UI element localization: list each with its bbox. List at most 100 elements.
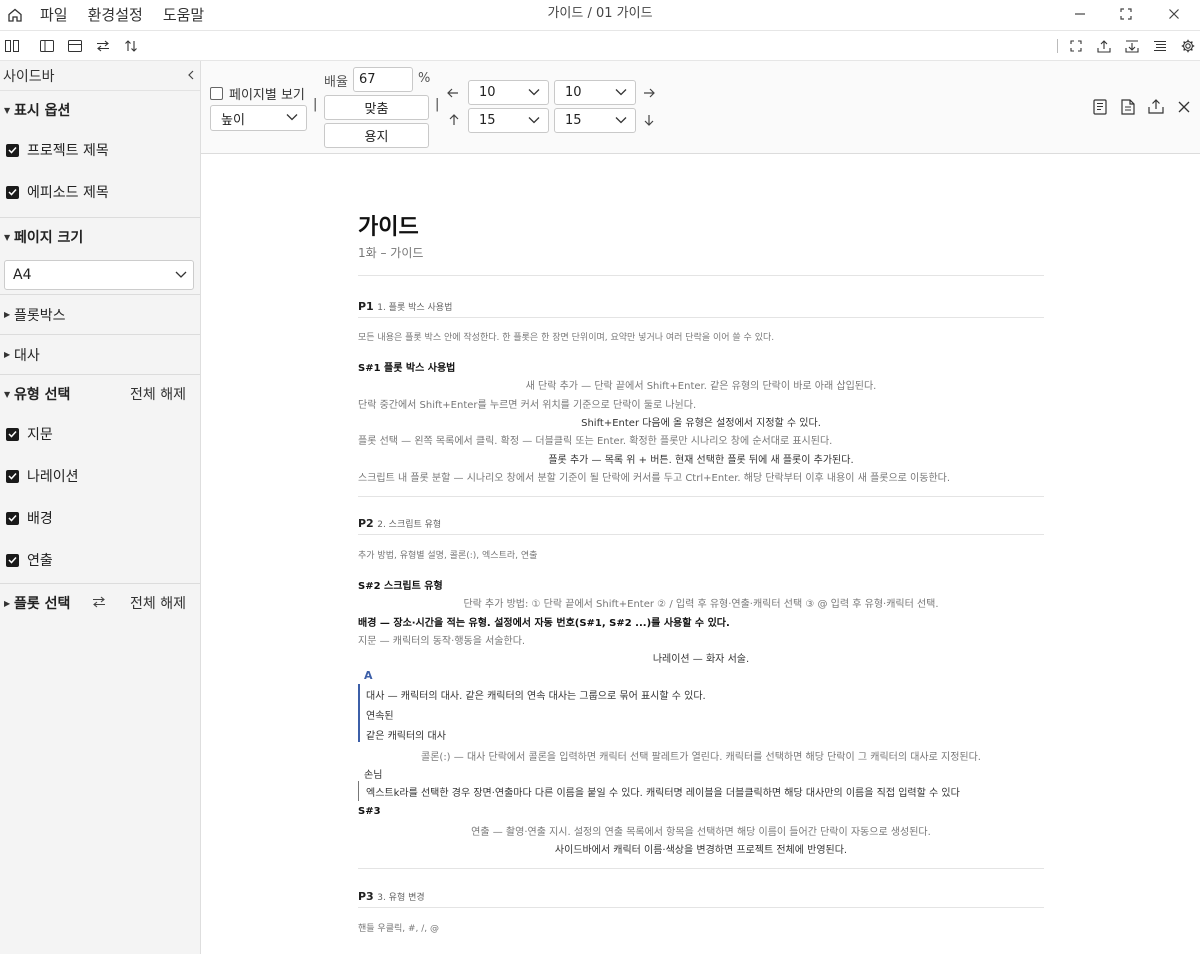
arrow-left-icon — [447, 86, 459, 102]
menu-preferences[interactable]: 환경설정 — [78, 0, 153, 30]
checkbox-label: 지문 — [27, 427, 53, 443]
collapse-sidebar-icon[interactable] — [186, 68, 196, 84]
plot-summary: 추가 방법, 유형별 설명, 콜론(:), 엑스트라, 연출 — [358, 551, 538, 561]
check-type-narration[interactable]: 나레이션 — [0, 455, 200, 497]
check-type-background[interactable]: 배경 — [0, 497, 200, 539]
section-dialogue[interactable]: ▶ 대사 — [0, 335, 200, 374]
plot-heading-p3: P3 3. 유형 변경 — [358, 890, 425, 903]
swap-horizontal-icon[interactable] — [92, 596, 106, 612]
margin-right-select[interactable]: 10 — [554, 80, 636, 105]
margin-top-select[interactable]: 15 — [468, 108, 549, 133]
download-icon[interactable] — [1123, 37, 1141, 55]
page-size-select[interactable]: A4 — [4, 260, 194, 290]
title-bar: 파일 환경설정 도움말 가이드 / 01 가이드 — [0, 0, 1200, 30]
upload-icon[interactable] — [1095, 37, 1113, 55]
checkbox-checked-icon[interactable] — [6, 553, 19, 567]
triangle-right-icon: ▶ — [4, 598, 11, 608]
toolbar-divider — [1057, 39, 1058, 53]
action-line: 지문 — 캐릭터의 동작·행동을 서술한다. — [358, 636, 526, 647]
book-icon[interactable] — [1093, 99, 1107, 119]
direction-line: 단락 추가 방법: ① 단락 끝에서 Shift+Enter ② / 입력 후 … — [463, 599, 939, 610]
section-plot-select[interactable]: ▶ 플롯 선택 전체 해제 — [0, 584, 200, 622]
sidebar: 사이드바 ▼ 표시 옵션 프로젝트 제목 에피소드 제목 ▼ 페이지 크기 A4… — [0, 61, 201, 954]
checkbox-label: 연출 — [27, 553, 53, 569]
plot-title: 2. 스크립트 유형 — [377, 520, 442, 530]
gear-icon[interactable] — [1179, 37, 1197, 55]
close-icon[interactable] — [1178, 101, 1190, 117]
zoom-label: 배율 — [324, 75, 348, 90]
margin-left-select[interactable]: 10 — [468, 80, 549, 105]
margin-right-value: 10 — [565, 85, 582, 100]
dialogue-line: 대사 — 캐릭터의 대사. 같은 캐릭터의 연속 대사는 그룹으로 묶어 표시할… — [366, 691, 706, 702]
checkbox-label: 배경 — [27, 511, 53, 527]
fullscreen-icon[interactable] — [1067, 37, 1085, 55]
close-window-icon[interactable] — [1150, 0, 1198, 28]
home-icon[interactable] — [0, 0, 30, 30]
maximize-icon[interactable] — [1102, 0, 1150, 28]
scene-heading: S#1 플롯 박스 사용법 — [358, 363, 456, 374]
plot-summary: 핸들 우클릭, #, /, @ — [358, 924, 439, 934]
triangle-down-icon: ▼ — [4, 389, 11, 399]
plot-number: P3 — [358, 890, 374, 903]
arrow-right-icon — [643, 86, 655, 102]
menu-file[interactable]: 파일 — [30, 0, 78, 30]
sort-icon[interactable] — [122, 37, 140, 55]
checkbox-checked-icon[interactable] — [6, 185, 19, 199]
margin-bottom-value: 15 — [565, 113, 582, 128]
triangle-down-icon: ▼ — [4, 232, 11, 242]
document-icon[interactable] — [1121, 99, 1135, 119]
chevron-down-icon — [528, 85, 540, 100]
checkbox-checked-icon[interactable] — [6, 427, 19, 441]
plot-title: 3. 유형 변경 — [377, 893, 425, 903]
page-view-toggle[interactable]: 페이지별 보기 — [210, 84, 305, 103]
scene-heading: S#3 — [358, 806, 381, 817]
split-vertical-icon[interactable] — [38, 37, 56, 55]
menu-help[interactable]: 도움말 — [153, 0, 214, 30]
section-label: 플롯박스 — [14, 307, 66, 324]
fit-button[interactable]: 맞춤 — [324, 95, 429, 120]
direction-line: 콜론(:) — 대사 단락에서 콜론을 입력하면 캐릭터 선택 팔레트가 열린다… — [421, 752, 981, 763]
minimize-icon[interactable] — [1056, 0, 1104, 28]
swap-horizontal-icon[interactable] — [94, 37, 112, 55]
divider — [358, 317, 1044, 318]
columns-icon[interactable] — [3, 37, 21, 55]
section-plotbox[interactable]: ▶ 플롯박스 — [0, 295, 200, 334]
zoom-input[interactable]: 67 — [353, 67, 413, 92]
zoom-value: 67 — [359, 72, 376, 87]
section-display-options[interactable]: ▼ 표시 옵션 — [0, 91, 200, 129]
sidebar-title: 사이드바 — [3, 68, 55, 85]
triangle-right-icon: ▶ — [4, 310, 11, 319]
check-type-direction[interactable]: 연출 — [0, 539, 200, 581]
narration-line: Shift+Enter 다음에 올 유형은 설정에서 지정할 수 있다. — [581, 418, 821, 429]
checkbox-label: 나레이션 — [27, 469, 79, 485]
checkbox-checked-icon[interactable] — [6, 469, 19, 483]
print-options-panel: 페이지별 보기 높이 | 배율 67 % 맞춤 용지 | 10 10 15 15 — [201, 61, 1200, 154]
chevron-down-icon — [615, 113, 627, 128]
checkbox-unchecked-icon[interactable] — [210, 87, 223, 100]
section-type-select[interactable]: ▼ 유형 선택 전체 해제 — [0, 375, 200, 413]
check-project-title[interactable]: 프로젝트 제목 — [0, 129, 200, 171]
split-horizontal-icon[interactable] — [66, 37, 84, 55]
height-select[interactable]: 높이 — [210, 105, 307, 131]
paper-button[interactable]: 용지 — [324, 123, 429, 148]
chevron-down-icon — [286, 111, 298, 126]
type-clear-all-button[interactable]: 전체 해제 — [130, 384, 186, 404]
plot-summary: 모든 내용은 플롯 박스 안에 작성한다. 한 플롯은 한 장면 단위이며, 요… — [358, 333, 775, 343]
share-icon[interactable] — [1148, 99, 1164, 118]
section-label: 유형 선택 — [14, 387, 71, 403]
section-label: 플롯 선택 — [14, 596, 71, 612]
checkbox-checked-icon[interactable] — [6, 511, 19, 525]
check-type-action[interactable]: 지문 — [0, 413, 200, 455]
divider — [358, 907, 1044, 908]
narration-line: 사이드바에서 캐릭터 이름·색상을 변경하면 프로젝트 전체에 반영된다. — [554, 845, 848, 856]
section-label: 대사 — [14, 347, 40, 364]
section-page-size[interactable]: ▼ 페이지 크기 — [0, 218, 200, 256]
checkbox-checked-icon[interactable] — [6, 143, 19, 157]
chevron-down-icon — [615, 85, 627, 100]
page-view-label: 페이지별 보기 — [229, 88, 305, 103]
check-episode-title[interactable]: 에피소드 제목 — [0, 171, 200, 213]
margin-bottom-select[interactable]: 15 — [554, 108, 636, 133]
list-icon[interactable] — [1151, 37, 1169, 55]
plot-clear-all-button[interactable]: 전체 해제 — [130, 593, 186, 613]
triangle-down-icon: ▼ — [4, 105, 11, 115]
